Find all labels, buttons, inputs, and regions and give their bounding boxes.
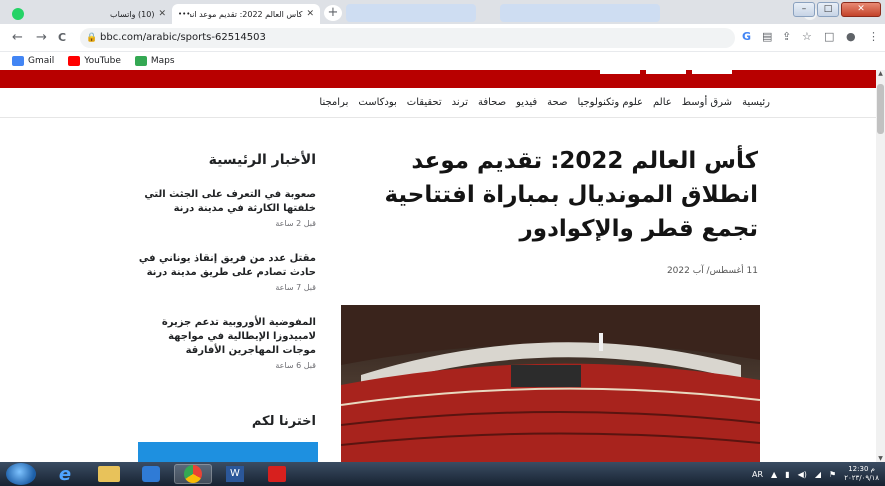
google-icon[interactable]: G [742,30,751,43]
story-title[interactable]: صعوبة في التعرف على الجثث التي خلفتها ال… [136,188,316,216]
web-page: رئيسية شرق أوسط عالم علوم وتكنولوجيا صحة فيدي… [0,70,876,462]
story-title[interactable]: مقتل عدد من فريق إنقاذ يوناني في حادث تص… [136,252,316,280]
nav-items: رئيسية شرق أوسط عالم علوم وتكنولوجيا صحة فيدي… [319,97,770,108]
lock-icon: 🔒 [86,33,98,43]
nav-item[interactable]: برامجنا [319,97,348,108]
article-date: 11 أغسطس/ آب 2022 [666,266,758,276]
flag-icon[interactable]: ⚑ [829,470,836,479]
story-time: قبل 2 ساعة [275,219,316,228]
tab-dots-icon: ••• [178,10,191,18]
word-icon[interactable]: W [216,464,254,484]
bookmarks-bar: Gmail YouTube Maps [0,52,885,70]
scrollbar-thumb[interactable] [877,84,884,134]
ie-icon[interactable]: e [46,464,84,485]
site-nav: رئيسية شرق أوسط عالم علوم وتكنولوجيا صحة فيدي… [0,88,876,118]
new-tab-button[interactable]: + [324,5,342,21]
signal-icon[interactable]: ◢ [815,470,821,479]
stadium-photo [341,305,760,462]
pdf-reader-icon[interactable] [258,464,296,484]
recommended-heading: اخترنا لكم [251,414,316,429]
sidebar-story[interactable]: مقتل عدد من فريق إنقاذ يوناني في حادث تص… [136,252,316,292]
bbc-logo[interactable] [600,70,750,74]
url-text: bbc.com/arabic/sports-62514503 [100,32,266,43]
nav-item[interactable]: ترند [452,97,468,108]
nav-item[interactable]: صحة [547,97,567,108]
top-stories-heading: الأخبار الرئيسية [208,152,316,168]
browser-titlebar: (10) واتساب ✕ ••• كأس العالم 2022: تقديم… [0,0,885,24]
network-icon[interactable]: ▮ [785,470,789,479]
nav-item[interactable]: عالم [653,97,672,108]
close-window-button[interactable]: ✕ [841,2,881,17]
language-indicator[interactable]: AR [752,470,763,479]
reload-button[interactable]: C [58,31,66,44]
bookmark-youtube[interactable]: YouTube [68,56,121,66]
bookmark-label: Maps [150,56,175,66]
minimize-button[interactable]: – [793,2,815,17]
bbc-header-bar [0,70,876,88]
share-icon[interactable]: ⇪ [782,30,791,43]
bookmark-label: Gmail [28,56,55,66]
start-button[interactable] [6,463,36,485]
translate-icon[interactable]: ▤ [762,30,772,43]
nav-item[interactable]: شرق أوسط [682,97,732,108]
bookmark-star-icon[interactable]: ☆ [802,30,812,43]
whatsapp-icon [12,8,24,20]
page-scrollbar[interactable]: ▲ ▼ [876,70,885,462]
bookmark-maps[interactable]: Maps [134,56,175,66]
back-button[interactable]: ← [12,30,23,45]
bookmark-gmail[interactable]: Gmail [12,56,54,66]
nav-item[interactable]: بودكاست [358,97,396,108]
window-controls: – □ ✕ [793,2,881,17]
side-panel-icon[interactable]: □ [824,30,834,43]
nav-item[interactable]: تحقيقات [407,97,442,108]
story-time: قبل 7 ساعة [275,283,316,292]
nav-item[interactable]: صحافة [478,97,506,108]
browser-toolbar: ← → C 🔒 bbc.com/arabic/sports-62514503 G… [0,24,885,52]
scroll-down-icon[interactable]: ▼ [876,455,885,462]
sidebar-story[interactable]: المفوضية الأوروبية تدعم جزيرة لامبيدوزا … [136,316,316,370]
article-headline: كأس العالم 2022: تقديم موعد انطلاق المون… [384,148,758,242]
windows-taskbar: e W AR ▲ ▮ ◀) ◢ ⚑ 12:30 م ٢٠٢٣/٠٩/١٨ [0,462,885,486]
story-title[interactable]: المفوضية الأوروبية تدعم جزيرة لامبيدوزا … [136,316,316,358]
gmail-icon [12,56,24,66]
menu-kebab-icon[interactable]: ⋮ [868,30,879,43]
tab-close-button[interactable]: ✕ [306,9,314,19]
blurred-region [346,4,476,22]
forward-button[interactable]: → [36,30,47,45]
clock[interactable]: 12:30 م ٢٠٢٣/٠٩/١٨ [844,465,879,483]
sidebar-story[interactable]: صعوبة في التعرف على الجثث التي خلفتها ال… [136,188,316,228]
tab-label: (10) واتساب [110,9,155,19]
clock-time: 12:30 م [848,465,875,473]
show-hidden-icons-icon[interactable]: ▲ [771,470,777,479]
story-time: قبل 6 ساعة [275,361,316,370]
system-tray: AR ▲ ▮ ◀) ◢ ⚑ 12:30 م ٢٠٢٣/٠٩/١٨ [752,465,879,483]
media-player-icon[interactable] [132,464,170,484]
tab-close-button[interactable]: ✕ [158,9,166,19]
file-explorer-icon[interactable] [90,464,128,484]
profile-avatar-icon[interactable]: ● [846,30,856,43]
promo-image[interactable] [138,442,318,462]
youtube-icon [68,56,81,66]
clock-date: ٢٠٢٣/٠٩/١٨ [844,474,879,482]
maximize-button[interactable]: □ [817,2,839,17]
bookmark-label: YouTube [84,56,121,66]
nav-item[interactable]: فيديو [516,97,537,108]
nav-item[interactable]: علوم وتكنولوجيا [577,97,643,108]
address-bar[interactable]: 🔒 bbc.com/arabic/sports-62514503 [80,28,735,48]
tab-whatsapp[interactable]: (10) واتساب ✕ [6,4,172,24]
maps-icon [134,56,147,66]
scroll-up-icon[interactable]: ▲ [876,70,885,77]
blurred-region [500,4,660,22]
chrome-icon[interactable] [174,464,212,484]
tab-bbc-article[interactable]: ••• كأس العالم 2022: تقديم موعد انطلاق ا… [172,4,320,24]
nav-item[interactable]: رئيسية [742,97,770,108]
volume-icon[interactable]: ◀) [798,470,807,479]
tab-label: كأس العالم 2022: تقديم موعد انطلاق المون… [190,9,303,19]
